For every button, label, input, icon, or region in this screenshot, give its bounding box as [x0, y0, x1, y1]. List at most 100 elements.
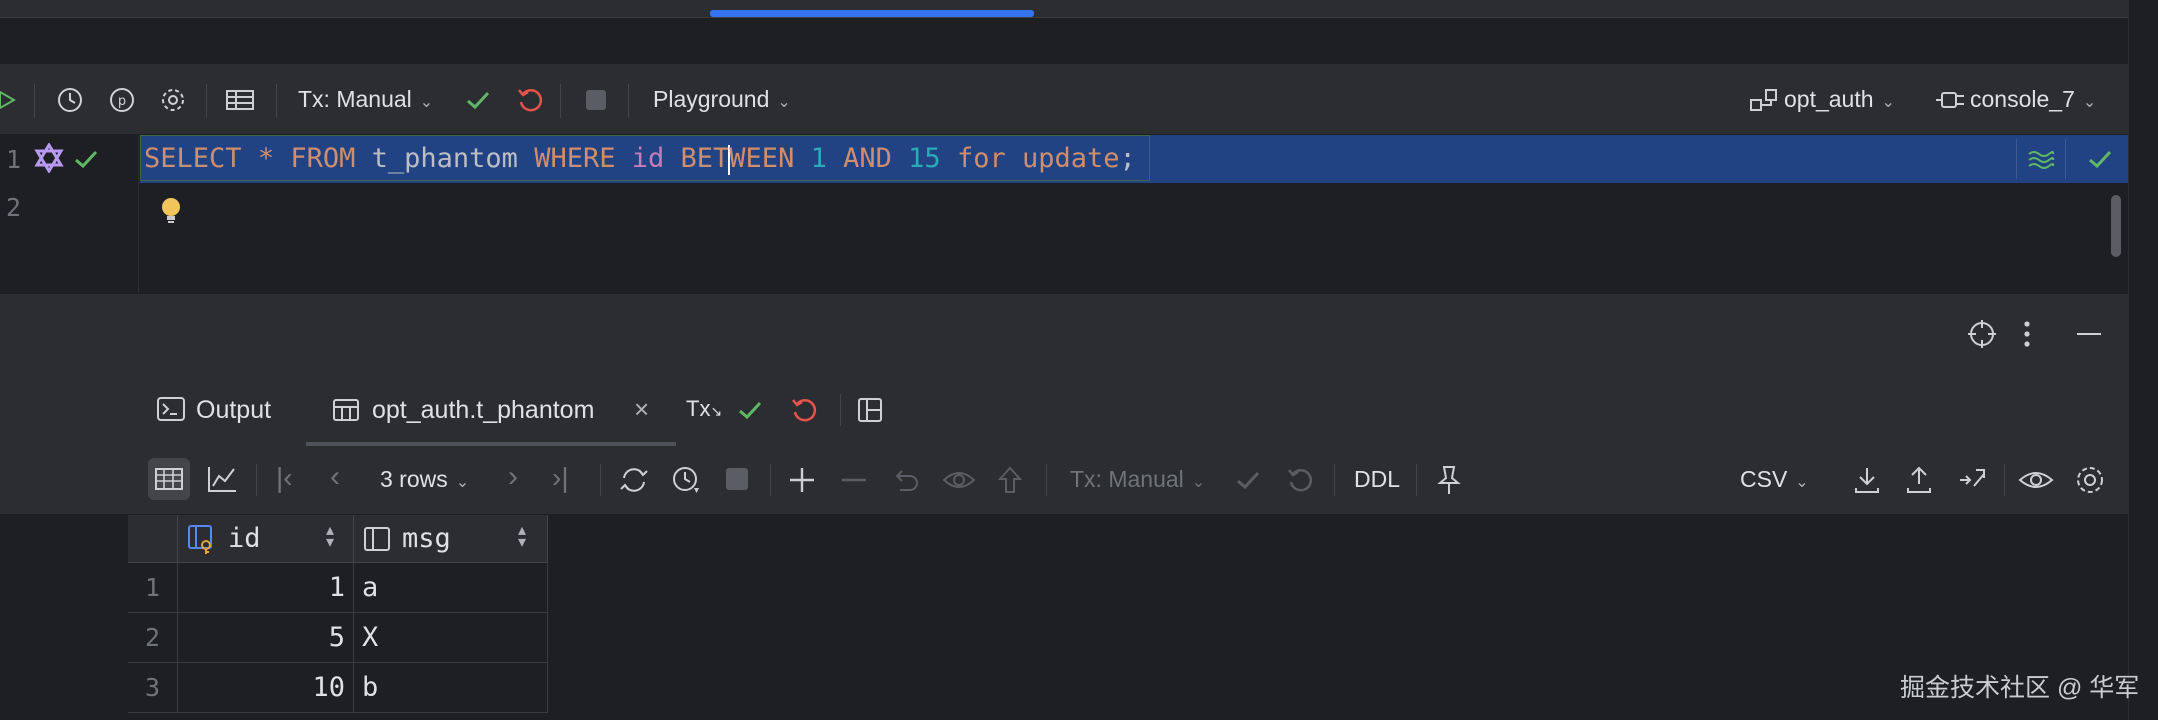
sql-editor[interactable]: 1 2 SELECT * FROM t_phantom WHERE id BET… — [0, 135, 2128, 293]
tab-table-label: opt_auth.t_phantom — [372, 396, 595, 424]
code-token: t_phantom — [355, 143, 535, 174]
auto-refresh-clock-icon[interactable] — [670, 464, 702, 501]
code-token: for — [956, 143, 1006, 174]
tx-text: Tx — [686, 396, 711, 421]
cell-msg[interactable]: X — [354, 613, 548, 663]
stop-icon[interactable] — [724, 466, 750, 497]
editor-scrollbar[interactable] — [2111, 195, 2121, 257]
pin-icon[interactable] — [1434, 464, 1464, 501]
grid-toolbar: |‹ ‹ 3 rows ⌄ › ›| Tx: Manual ⌄ DDL CSV ⌄ — [0, 446, 2128, 515]
layout-split-icon[interactable] — [856, 396, 884, 429]
chevron-down-icon: ⌄ — [419, 94, 434, 111]
tab-output[interactable]: Output — [152, 374, 288, 446]
stop-icon[interactable] — [578, 82, 614, 118]
rows-count-label: 3 rows — [380, 466, 448, 492]
delete-row-icon[interactable] — [838, 464, 870, 501]
code-line-1[interactable]: SELECT * FROM t_phantom WHERE id BETWEEN… — [144, 143, 1136, 175]
last-page-icon[interactable]: ›| — [552, 462, 569, 494]
download-icon[interactable] — [1852, 464, 1882, 501]
cell-msg[interactable]: a — [354, 563, 548, 613]
console-label: console_7 — [1970, 86, 2075, 112]
line-number: 1 — [6, 145, 22, 174]
rows-count-dropdown[interactable]: 3 rows ⌄ — [380, 466, 469, 493]
rollback-icon[interactable] — [790, 396, 818, 429]
chevron-down-icon: ⌄ — [1191, 474, 1206, 491]
schema-dropdown[interactable]: opt_auth ⌄ — [1784, 86, 1895, 113]
inspection-ok-check-icon — [2086, 145, 2114, 178]
refresh-icon[interactable] — [618, 464, 650, 501]
upload-icon[interactable] — [1904, 464, 1934, 501]
toolbar-divider — [770, 464, 771, 496]
active-tab-indicator — [710, 10, 1034, 17]
export-format-dropdown[interactable]: CSV ⌄ — [1740, 466, 1809, 493]
grid-settings-gear-icon[interactable] — [2074, 464, 2106, 501]
terminal-icon — [156, 396, 186, 427]
close-tab-icon[interactable]: × — [634, 394, 649, 425]
column-header-msg[interactable]: msg ▴ ▾ — [354, 515, 548, 563]
chart-mode-icon[interactable] — [206, 464, 238, 499]
commit-check-icon[interactable] — [736, 396, 764, 429]
table-view-icon[interactable] — [222, 82, 258, 118]
locate-target-icon[interactable] — [1966, 318, 1998, 355]
code-token: 1 — [810, 143, 827, 174]
grid-tx-mode-dropdown[interactable]: Tx: Manual ⌄ — [1070, 466, 1205, 493]
explain-plan-icon[interactable]: p — [104, 82, 140, 118]
ai-assistant-icon[interactable] — [34, 142, 64, 178]
settings-gear-icon[interactable] — [155, 82, 191, 118]
tab-table-result[interactable]: opt_auth.t_phantom × — [326, 374, 666, 446]
commit-check-icon[interactable] — [460, 82, 496, 118]
code-token: ; — [1119, 143, 1136, 174]
rollback-icon[interactable] — [1286, 466, 1314, 499]
primary-key-column-icon — [186, 523, 218, 560]
cell-msg[interactable]: b — [354, 663, 548, 713]
run-icon[interactable] — [0, 82, 24, 118]
lightbulb-icon[interactable] — [158, 195, 184, 232]
view-eye-icon[interactable] — [2018, 464, 2054, 501]
code-token: AND — [843, 143, 892, 174]
compare-arrows-icon[interactable] — [1956, 464, 1988, 501]
watermark-text: 掘金技术社区 @ 华军 — [1900, 674, 2140, 702]
more-options-icon[interactable] — [2022, 318, 2032, 355]
toolbar-divider — [600, 464, 601, 496]
submit-up-arrow-icon[interactable] — [996, 464, 1024, 501]
first-page-icon[interactable]: |‹ — [276, 462, 293, 494]
preview-changes-eye-icon[interactable] — [942, 464, 976, 501]
revert-icon[interactable] — [890, 464, 922, 501]
code-token: BET — [680, 143, 730, 174]
tx-mode-dropdown[interactable]: Tx: Manual ⌄ — [298, 86, 433, 113]
tab-output-label: Output — [196, 396, 272, 424]
sort-icon[interactable]: ▴ ▾ — [518, 523, 526, 551]
chevron-down-icon: ⌄ — [777, 94, 791, 111]
toolbar-divider — [840, 394, 841, 426]
cell-id[interactable]: 1 — [178, 563, 354, 613]
toolbar-divider — [206, 84, 207, 118]
console-dropdown[interactable]: console_7 ⌄ — [1970, 86, 2096, 113]
minimize-icon[interactable] — [2074, 318, 2104, 355]
next-page-icon[interactable]: › — [508, 460, 518, 494]
line-number: 2 — [6, 193, 22, 222]
ddl-button[interactable]: DDL — [1354, 466, 1400, 493]
table-icon — [332, 398, 360, 427]
prev-page-icon[interactable]: ‹ — [330, 460, 340, 494]
statement-ok-check-icon — [72, 145, 100, 178]
rollback-icon[interactable] — [512, 82, 548, 118]
cell-id[interactable]: 5 — [178, 613, 354, 663]
table-mode-icon[interactable] — [148, 458, 190, 500]
add-row-icon[interactable] — [786, 464, 818, 501]
commit-check-icon[interactable] — [1234, 466, 1262, 499]
cell-id[interactable]: 10 — [178, 663, 354, 713]
inspection-wave-icon[interactable] — [2016, 139, 2066, 179]
toolbar-divider — [1416, 464, 1417, 496]
playground-dropdown[interactable]: Playground ⌄ — [653, 86, 791, 113]
sort-icon[interactable]: ▴ ▾ — [326, 523, 334, 551]
history-icon[interactable] — [52, 82, 88, 118]
column-header-id-label: id — [228, 523, 261, 554]
column-header-id[interactable]: id ▴ ▾ — [178, 515, 354, 563]
row-number: 3 — [128, 663, 178, 713]
left-pad — [0, 515, 128, 720]
code-token: FROM — [290, 143, 356, 174]
